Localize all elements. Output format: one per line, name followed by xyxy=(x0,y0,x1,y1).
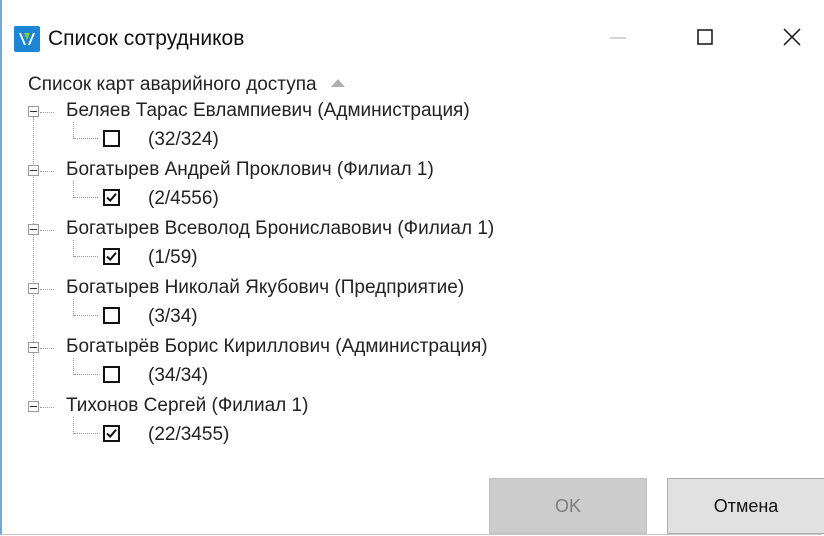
minimize-icon xyxy=(610,37,626,39)
tree-connector-line xyxy=(73,358,74,375)
close-icon xyxy=(783,28,801,46)
card-number[interactable]: (22/3455) xyxy=(148,424,229,446)
collapse-icon[interactable] xyxy=(28,283,39,294)
card-number[interactable]: (2/4556) xyxy=(148,188,219,210)
tree-connector-line xyxy=(40,348,54,349)
employee-list-dialog: Список сотрудников Список карт аварийног… xyxy=(0,0,824,535)
cancel-button[interactable]: Отмена xyxy=(667,478,824,534)
employee-name[interactable]: Богатырев Андрей Проклович (Филиал 1) xyxy=(66,159,434,181)
collapse-icon[interactable] xyxy=(28,224,39,235)
maximize-button[interactable] xyxy=(674,18,734,58)
card-number[interactable]: (3/34) xyxy=(148,306,198,328)
card-checkbox[interactable] xyxy=(103,130,120,147)
checkmark-icon xyxy=(106,252,117,262)
collapse-icon[interactable] xyxy=(28,165,39,176)
card-checkbox[interactable] xyxy=(103,248,120,265)
tree-connector-line xyxy=(40,230,54,231)
employee-name[interactable]: Богатырёв Борис Кириллович (Администраци… xyxy=(66,336,488,358)
tree-node-employee: Богатырев Андрей Проклович (Филиал 1) (2… xyxy=(2,159,642,217)
collapse-icon[interactable] xyxy=(28,401,39,412)
tree-node-employee: Богатырёв Борис Кириллович (Администраци… xyxy=(2,336,642,394)
card-number[interactable]: (34/34) xyxy=(148,365,208,387)
sort-ascending-icon xyxy=(330,78,345,87)
tree-connector-line xyxy=(73,122,74,139)
tree-connector-line xyxy=(74,374,98,375)
tree-connector-line xyxy=(40,289,54,290)
tree-connector-line xyxy=(74,315,98,316)
collapse-icon[interactable] xyxy=(28,342,39,353)
tree-connector-line xyxy=(74,256,98,257)
card-number[interactable]: (32/324) xyxy=(148,129,219,151)
window-title: Список сотрудников xyxy=(48,27,245,50)
tree-connector-line xyxy=(74,433,98,434)
employee-name[interactable]: Тихонов Сергей (Филиал 1) xyxy=(66,395,308,417)
tree-connector-line xyxy=(73,299,74,316)
employee-name[interactable]: Богатырев Всеволод Брониславович (Филиал… xyxy=(66,218,494,240)
app-icon xyxy=(14,26,40,52)
checkmark-icon xyxy=(106,193,117,203)
maximize-icon xyxy=(697,29,713,45)
ok-button[interactable]: OK xyxy=(489,478,647,534)
card-checkbox[interactable] xyxy=(103,189,120,206)
tree-node-employee: Богатырев Николай Якубович (Предприятие)… xyxy=(2,277,642,335)
title-bar[interactable]: Список сотрудников xyxy=(2,0,824,70)
close-button[interactable] xyxy=(762,18,822,58)
emergency-cards-tree[interactable]: Список карт аварийного доступа Беляев Та… xyxy=(2,70,642,470)
tree-connector-line xyxy=(74,138,98,139)
minimize-button[interactable] xyxy=(590,18,650,58)
tree-connector-line xyxy=(74,197,98,198)
tree-connector-line xyxy=(40,407,54,408)
tree-connector-line xyxy=(40,171,54,172)
tree-connector-line xyxy=(73,181,74,198)
tree-connector-line xyxy=(73,417,74,434)
checkmark-icon xyxy=(106,429,117,439)
tree-connector-line xyxy=(73,240,74,257)
tree-node-employee: Тихонов Сергей (Филиал 1) (22/3455) xyxy=(2,395,642,453)
employee-name[interactable]: Богатырев Николай Якубович (Предприятие) xyxy=(66,277,464,299)
column-header-label: Список карт аварийного доступа xyxy=(28,74,317,95)
tree-connector-line xyxy=(40,112,54,113)
card-checkbox[interactable] xyxy=(103,366,120,383)
employee-name[interactable]: Беляев Тарас Евлампиевич (Администрация) xyxy=(66,100,470,122)
dialog-footer: OK Отмена xyxy=(2,478,824,535)
tree-node-employee: Богатырев Всеволод Брониславович (Филиал… xyxy=(2,218,642,276)
card-checkbox[interactable] xyxy=(103,307,120,324)
tree-node-employee: Беляев Тарас Евлампиевич (Администрация)… xyxy=(2,100,642,158)
card-number[interactable]: (1/59) xyxy=(148,247,198,269)
collapse-icon[interactable] xyxy=(28,106,39,117)
column-header[interactable]: Список карт аварийного доступа xyxy=(28,74,345,96)
card-checkbox[interactable] xyxy=(103,425,120,442)
